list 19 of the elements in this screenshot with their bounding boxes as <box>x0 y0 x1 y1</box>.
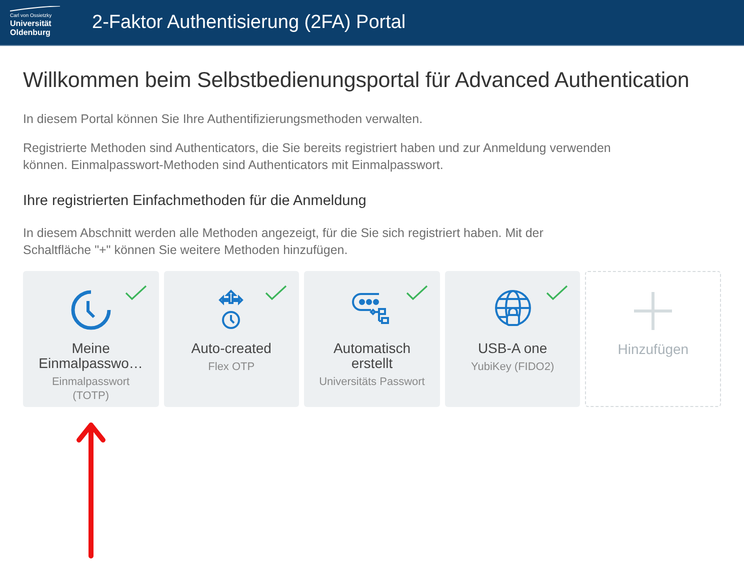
method-card[interactable]: USB-A one YubiKey (FIDO2) <box>444 271 580 407</box>
method-name: USB-A one <box>476 341 548 356</box>
method-type: YubiKey (FIDO2) <box>470 360 556 374</box>
method-type: Flex OTP <box>207 360 256 374</box>
intro-text: Registrierte Methoden sind Authenticators, die Sie bereits registriert haben und zur Anmeldung verwenden können. Einmalpasswort-Methoden sind Authenticators mit Einmalpasswort. <box>23 140 611 174</box>
method-name: Hinzufügen <box>616 342 690 357</box>
portal-title: 2-Faktor Authentisierung (2FA) Portal <box>92 12 406 34</box>
method-type: Universitäts Passwort <box>318 375 426 389</box>
method-name: Meine Einmalpasswo… <box>38 341 144 371</box>
intro-text: In diesem Portal können Sie Ihre Authentifizierungsmethoden verwalten. <box>23 111 424 128</box>
method-type: Einmalpasswort (TOTP) <box>50 375 131 403</box>
method-card[interactable]: Meine Einmalpasswo… Einmalpasswort (TOTP) <box>23 271 159 407</box>
method-card[interactable]: Auto-created Flex OTP <box>164 271 300 407</box>
section-description: In diesem Abschnitt werden alle Methoden angezeigt, für die Sie sich registriert haben. Mit der Schaltfläche "+" können Sie weitere Methoden hinzufügen. <box>23 225 544 259</box>
method-name: Automatisch erstellt <box>332 341 412 371</box>
method-name: Auto-created <box>190 341 272 356</box>
page-title: Willkommen beim Selbstbedienungsportal für Advanced Authentication <box>23 68 690 93</box>
section-title: Ihre registrierten Einfachmethoden für die Anmeldung <box>23 193 368 209</box>
method-card[interactable]: Automatisch erstellt Universitäts Passwort <box>304 271 440 407</box>
